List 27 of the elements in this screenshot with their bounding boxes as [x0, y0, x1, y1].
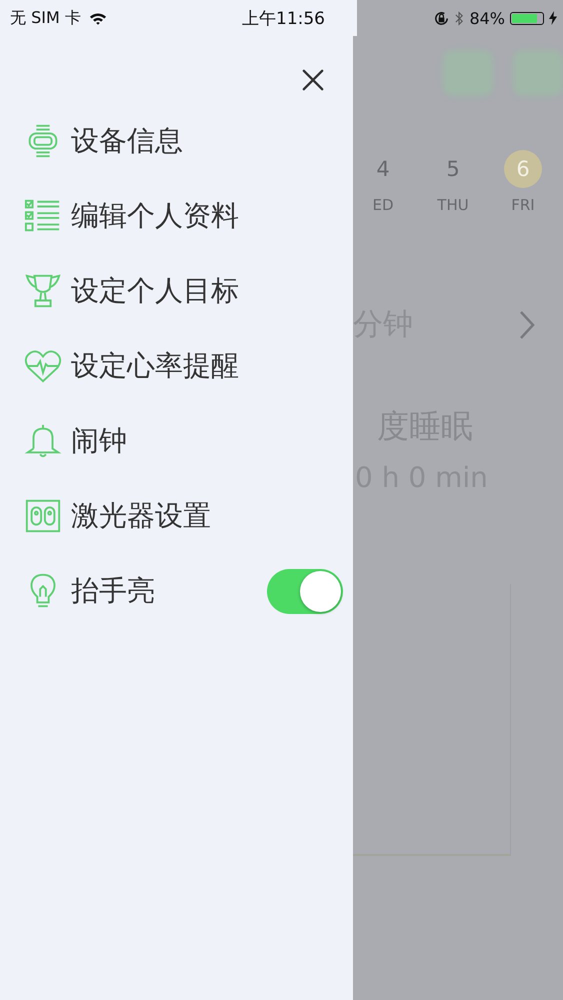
battery-icon	[510, 12, 544, 24]
charging-icon	[549, 11, 557, 25]
bell-icon	[24, 422, 62, 460]
close-icon[interactable]	[302, 69, 324, 91]
weekday-label: THU	[437, 196, 469, 214]
day-number: 5	[445, 156, 461, 183]
bluetooth-icon	[455, 10, 464, 26]
wifi-icon	[88, 12, 107, 24]
trophy-icon	[24, 272, 62, 310]
menu-item[interactable]: 闹钟	[71, 422, 127, 460]
weekday-label: ED	[372, 196, 394, 214]
menu-item[interactable]: 抬手亮	[71, 572, 155, 610]
chevron-right-icon	[519, 310, 535, 340]
menu-item[interactable]: 编辑个人资料	[71, 197, 239, 235]
menu-item[interactable]: 设定心率提醒	[71, 347, 239, 385]
menu-item[interactable]: 激光器设置	[71, 497, 211, 535]
menu-item[interactable]: 设备信息	[71, 122, 183, 160]
toggle-switch[interactable]	[267, 568, 343, 614]
device-icon	[24, 497, 62, 535]
day-number: 4	[375, 156, 391, 183]
carrier-label: 无 SIM 卡	[10, 8, 81, 28]
rotation-lock-icon	[433, 10, 450, 26]
clock-time: 上午11:56	[242, 8, 325, 30]
weekday-label: FRI	[511, 196, 535, 214]
day-number: 6	[504, 150, 542, 188]
menu-item[interactable]: 设定个人目标	[71, 272, 239, 310]
battery-percent: 84%	[469, 8, 505, 28]
